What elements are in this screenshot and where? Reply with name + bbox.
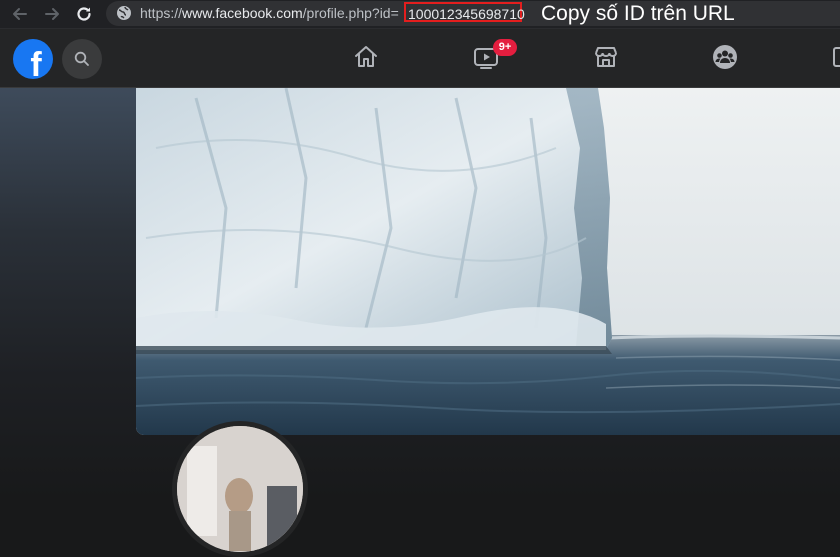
annotation-label: Copy số ID trên URL bbox=[541, 2, 735, 25]
facebook-header: f 9+ bbox=[0, 29, 840, 88]
reload-icon bbox=[77, 7, 91, 21]
globe-icon[interactable] bbox=[116, 5, 132, 21]
url-path: /profile.php?id= bbox=[302, 5, 399, 21]
gaming-icon[interactable] bbox=[832, 44, 840, 70]
profile-id-highlight[interactable]: 100012345698710 bbox=[404, 2, 525, 22]
arrow-right-icon bbox=[45, 8, 59, 20]
url-prefix: https:// bbox=[140, 5, 183, 21]
watch-notification-badge: 9+ bbox=[493, 39, 517, 56]
home-icon[interactable] bbox=[353, 44, 379, 70]
search-icon bbox=[74, 51, 89, 66]
profile-avatar[interactable] bbox=[172, 421, 308, 557]
iceberg-cover-image bbox=[136, 88, 840, 435]
reload-button[interactable] bbox=[73, 3, 95, 25]
arrow-left-icon bbox=[13, 8, 27, 20]
blurred-photo-image bbox=[177, 426, 303, 552]
back-button[interactable] bbox=[9, 3, 31, 25]
logo-letter: f bbox=[30, 46, 42, 79]
url-host: www.facebook.com bbox=[182, 5, 303, 21]
store-icon[interactable] bbox=[593, 44, 619, 70]
facebook-logo-icon[interactable]: f bbox=[13, 39, 53, 79]
groups-icon[interactable] bbox=[712, 44, 738, 70]
forward-button[interactable] bbox=[41, 3, 63, 25]
browser-toolbar: https://www.facebook.com/profile.php?id=… bbox=[0, 0, 840, 29]
url-text: https://www.facebook.com/profile.php?id= bbox=[140, 5, 399, 22]
avatar-photo bbox=[177, 426, 303, 552]
search-button[interactable] bbox=[62, 39, 102, 79]
cover-photo[interactable] bbox=[136, 88, 840, 435]
